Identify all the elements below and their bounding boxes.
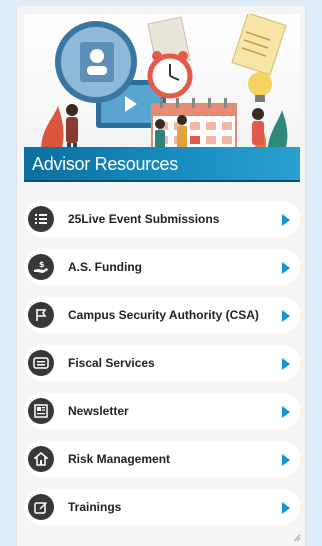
resource-link-as-funding[interactable]: $ A.S. Funding bbox=[24, 249, 300, 285]
newspaper-icon bbox=[28, 398, 54, 424]
chevron-right-icon bbox=[282, 214, 290, 226]
resource-link-label: Campus Security Authority (CSA) bbox=[68, 308, 259, 322]
resource-link-newsletter[interactable]: Newsletter bbox=[24, 393, 300, 429]
svg-text:$: $ bbox=[39, 260, 45, 269]
shield-home-icon bbox=[28, 446, 54, 472]
resource-link-label: Trainings bbox=[68, 500, 122, 514]
chevron-right-icon bbox=[282, 358, 290, 370]
resize-handle-icon[interactable] bbox=[293, 534, 301, 542]
resource-link-label: 25Live Event Submissions bbox=[68, 212, 220, 226]
id-card-icon bbox=[28, 350, 54, 376]
banner-title-bar: Advisor Resources bbox=[24, 147, 300, 182]
money-hand-icon: $ bbox=[28, 254, 54, 280]
chevron-right-icon bbox=[282, 502, 290, 514]
resources-panel: Advisor Resources 25Live Event Submissio… bbox=[16, 6, 306, 546]
resource-link-label: Newsletter bbox=[68, 404, 129, 418]
list-icon bbox=[28, 206, 54, 232]
banner-title: Advisor Resources bbox=[32, 154, 178, 174]
resource-link-trainings[interactable]: Trainings bbox=[24, 489, 300, 525]
resource-link-label: A.S. Funding bbox=[68, 260, 142, 274]
chevron-right-icon bbox=[282, 406, 290, 418]
chevron-right-icon bbox=[282, 310, 290, 322]
resource-list: 25Live Event Submissions $ A.S. Funding … bbox=[24, 201, 300, 537]
resource-link-25live-event-submissions[interactable]: 25Live Event Submissions bbox=[24, 201, 300, 237]
resource-link-campus-security-authority[interactable]: Campus Security Authority (CSA) bbox=[24, 297, 300, 333]
advisor-resources-banner: Advisor Resources bbox=[24, 14, 300, 182]
resource-link-fiscal-services[interactable]: Fiscal Services bbox=[24, 345, 300, 381]
resource-link-label: Fiscal Services bbox=[68, 356, 155, 370]
chevron-right-icon bbox=[282, 454, 290, 466]
flag-icon bbox=[28, 302, 54, 328]
chevron-right-icon bbox=[282, 262, 290, 274]
resource-link-label: Risk Management bbox=[68, 452, 171, 466]
resource-link-risk-management[interactable]: Risk Management bbox=[24, 441, 300, 477]
edit-icon bbox=[28, 494, 54, 520]
